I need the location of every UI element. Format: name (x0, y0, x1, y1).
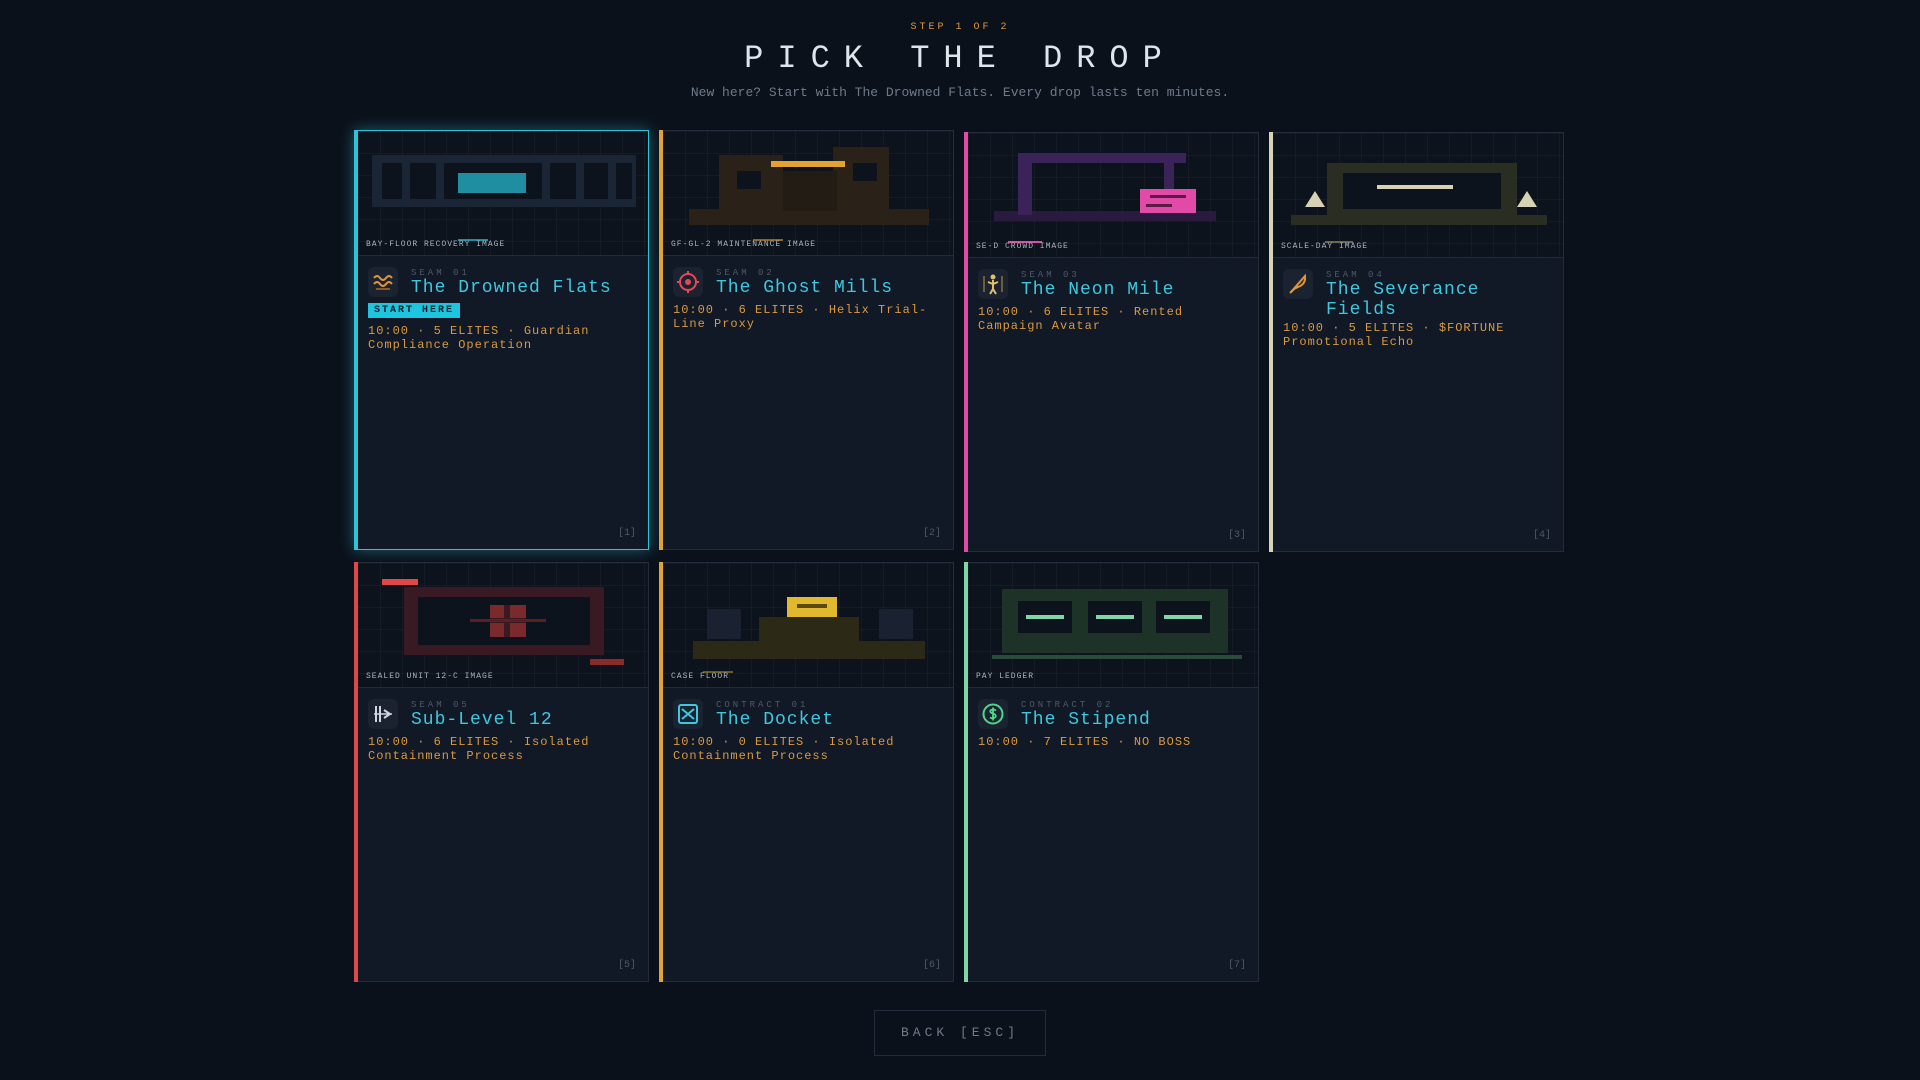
card-art: SEALED UNIT 12-C IMAGE (358, 563, 648, 688)
card-name: The Ghost Mills (716, 278, 894, 298)
art-caption: CASE FLOOR (671, 672, 730, 681)
page-subtitle: New here? Start with The Drowned Flats. … (690, 85, 1230, 100)
card-meta: 10:00 · 6 ELITES · Rented Campaign Avata… (978, 305, 1184, 333)
dollar-icon (978, 699, 1008, 729)
card-meta: 10:00 · 0 ELITES · Isolated Containment … (673, 735, 895, 763)
figure-icon (978, 269, 1008, 299)
card-seam: SEAM 01 (411, 268, 470, 278)
card-meta: 10:00 · 6 ELITES · Isolated Containment … (368, 735, 590, 763)
drop-card-neon-mile[interactable]: SE-D CROWD IMAGE SEAM 03 The Neon Mile 1… (964, 132, 1259, 552)
card-meta: 10:00 · 7 ELITES · NO BOSS (978, 735, 1192, 749)
card-index: [6] (922, 960, 941, 971)
card-meta: 10:00 · 5 ELITES · Guardian Compliance O… (368, 324, 590, 352)
card-name: Sub-Level 12 (411, 710, 553, 730)
envelope-icon (673, 699, 703, 729)
drop-card-drowned-flats[interactable]: BAY-FLOOR RECOVERY IMAGE SEAM 01 The Dro… (354, 130, 649, 550)
card-art: GF-GL-2 MAINTENANCE IMAGE (663, 131, 953, 256)
art-caption: SCALE-DAY IMAGE (1281, 242, 1369, 251)
card-seam: SEAM 04 (1326, 270, 1385, 280)
drop-card-sub-level-12[interactable]: SEALED UNIT 12-C IMAGE SEAM 05 Sub-Level… (354, 562, 649, 982)
art-caption: GF-GL-2 MAINTENANCE IMAGE (671, 240, 817, 249)
target-icon (673, 267, 703, 297)
wave-icon (368, 267, 398, 297)
quill-icon (1283, 269, 1313, 299)
drop-card-ghost-mills[interactable]: GF-GL-2 MAINTENANCE IMAGE SEAM 02 The Gh… (659, 130, 954, 550)
drop-card-docket[interactable]: CASE FLOOR CONTRACT 01 The Docket 10:00 … (659, 562, 954, 982)
card-index: [2] (922, 528, 941, 539)
card-index: [4] (1532, 530, 1551, 541)
card-meta: 10:00 · 6 ELITES · Helix Trial-Line Prox… (673, 303, 928, 331)
card-name: The Severance Fields (1326, 280, 1480, 320)
card-seam: SEAM 03 (1021, 270, 1080, 280)
art-caption: BAY-FLOOR RECOVERY IMAGE (366, 240, 506, 249)
card-meta: 10:00 · 5 ELITES · $FORTUNE Promotional … (1283, 321, 1505, 349)
art-caption: SE-D CROWD IMAGE (976, 242, 1069, 251)
card-seam: SEAM 05 (411, 700, 470, 710)
card-seam: SEAM 02 (716, 268, 775, 278)
card-art: PAY LEDGER (968, 563, 1258, 688)
start-here-badge: START HERE (368, 303, 461, 318)
step-indicator: STEP 1 OF 2 (910, 22, 1010, 33)
card-name: The Drowned Flats (411, 278, 612, 298)
card-index: [3] (1227, 530, 1246, 541)
barrier-icon (368, 699, 398, 729)
card-art: CASE FLOOR (663, 563, 953, 688)
art-caption: PAY LEDGER (976, 672, 1035, 681)
card-name: The Stipend (1021, 710, 1151, 730)
drop-card-severance-fields[interactable]: SCALE-DAY IMAGE SEAM 04 The Severance Fi… (1269, 132, 1564, 552)
page-title: PICK THE DROP (744, 40, 1176, 77)
card-name: The Neon Mile (1021, 280, 1175, 300)
art-caption: SEALED UNIT 12-C IMAGE (366, 672, 494, 681)
card-index: [7] (1227, 960, 1246, 971)
back-button[interactable]: BACK [ESC] (874, 1010, 1046, 1056)
card-seam: CONTRACT 02 (1021, 700, 1114, 710)
card-art: SCALE-DAY IMAGE (1273, 133, 1563, 258)
card-art: BAY-FLOOR RECOVERY IMAGE (358, 131, 648, 256)
card-seam: CONTRACT 01 (716, 700, 809, 710)
card-index: [5] (617, 960, 636, 971)
drop-card-stipend[interactable]: PAY LEDGER CONTRACT 02 The Stipend 10:00… (964, 562, 1259, 982)
card-art: SE-D CROWD IMAGE (968, 133, 1258, 258)
card-name: The Docket (716, 710, 835, 730)
card-index: [1] (617, 528, 636, 539)
